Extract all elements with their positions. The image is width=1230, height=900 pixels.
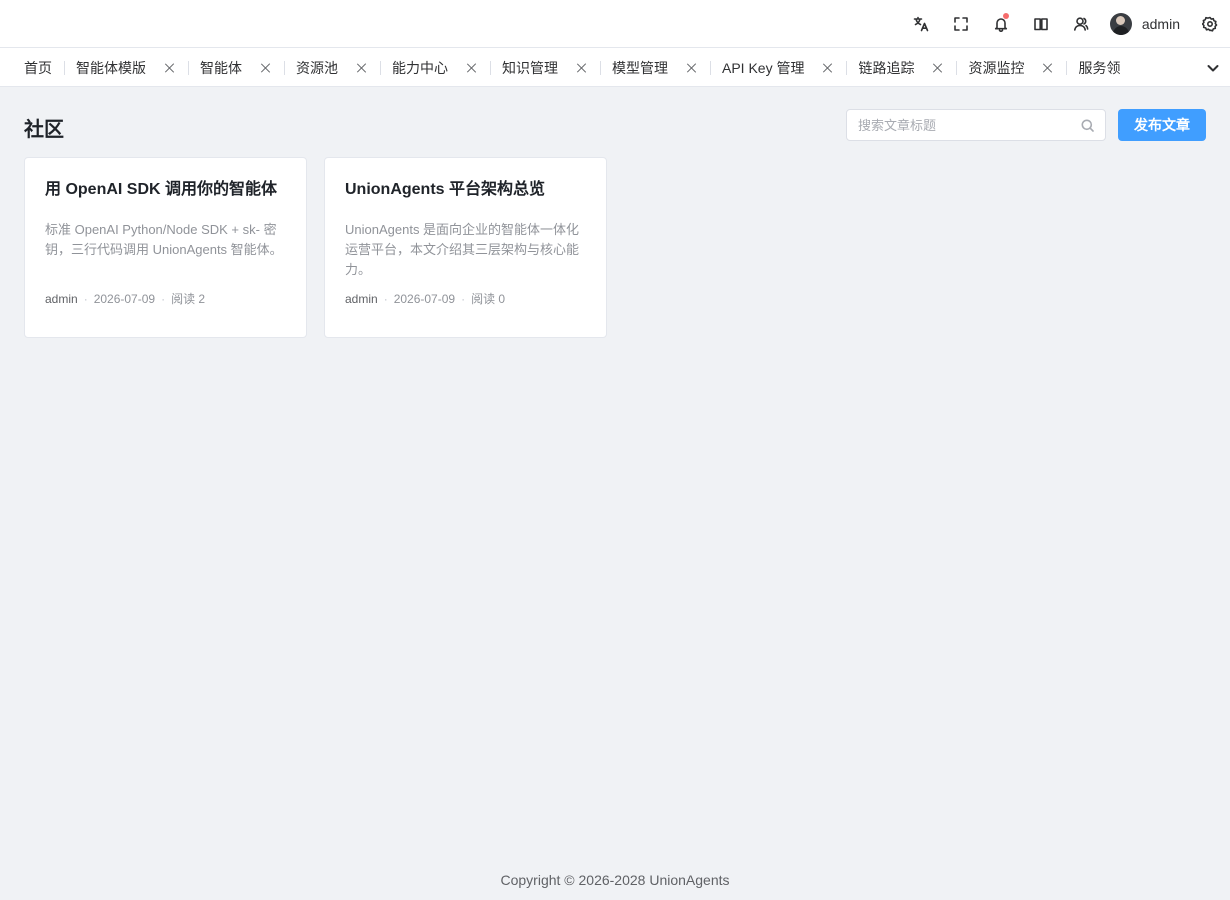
article-date: 2026-07-09 xyxy=(93,291,156,306)
top-header: admin xyxy=(0,0,1230,48)
fullscreen-icon[interactable] xyxy=(941,0,981,48)
close-icon[interactable] xyxy=(576,62,588,74)
book-icon[interactable] xyxy=(1021,0,1061,48)
tab-label: 资源池 xyxy=(296,59,338,76)
tab-label: 能力中心 xyxy=(392,59,448,76)
tab-label: 资源监控 xyxy=(968,59,1025,76)
meta-separator: · xyxy=(83,291,88,306)
tab-label: API Key 管理 xyxy=(722,59,805,76)
chevron-down-icon xyxy=(1207,64,1219,71)
tab-item[interactable]: 模型管理 xyxy=(600,48,710,86)
publish-article-button[interactable]: 发布文章 xyxy=(1118,109,1206,141)
tab-item[interactable]: 知识管理 xyxy=(490,48,600,86)
tab-item[interactable]: 资源监控 xyxy=(956,48,1066,86)
close-icon[interactable] xyxy=(686,62,698,74)
gear-icon[interactable] xyxy=(1190,0,1230,48)
page-title: 社区 xyxy=(24,119,64,141)
meta-separator: · xyxy=(161,291,166,306)
tab-label: 模型管理 xyxy=(612,59,668,76)
tab-item[interactable]: 资源池 xyxy=(284,48,380,86)
article-meta: admin · 2026-07-09 · 阅读 2 xyxy=(45,290,286,307)
article-reads: 阅读 0 xyxy=(471,292,506,306)
close-icon[interactable] xyxy=(822,62,834,74)
avatar xyxy=(1109,13,1132,35)
tab-item[interactable]: 智能体 xyxy=(188,48,284,86)
tab-label: 服务领 xyxy=(1078,59,1121,76)
search-icon[interactable] xyxy=(1081,119,1094,132)
article-title: UnionAgents 平台架构总览 xyxy=(345,181,545,198)
tab-item[interactable]: 服务领 xyxy=(1066,48,1132,86)
footer-copyright: Copyright © 2026-2028 UnionAgents xyxy=(500,872,730,888)
close-icon[interactable] xyxy=(260,62,272,74)
article-card[interactable]: 用 OpenAI SDK 调用你的智能体 标准 OpenAI Python/No… xyxy=(24,157,307,338)
article-summary: 标准 OpenAI Python/Node SDK + sk- 密钥，三行代码调… xyxy=(45,222,283,257)
article-summary: UnionAgents 是面向企业的智能体一体化运营平台，本文介绍其三层架构与核… xyxy=(345,222,580,277)
tabs-list: 首页 智能体模版 智能体 资源池 能力中心 知识管理 模型管理 API Key 管理 链路追踪 资… xyxy=(12,48,1132,86)
article-reads: 阅读 2 xyxy=(171,292,206,306)
tabs-more-dropdown[interactable] xyxy=(1196,48,1230,86)
tab-item[interactable]: 首页 xyxy=(12,48,64,86)
tabs-bar: 首页 智能体模版 智能体 资源池 能力中心 知识管理 模型管理 API Key 管理 链路追踪 资… xyxy=(0,48,1230,87)
close-icon[interactable] xyxy=(164,62,176,74)
tab-label: 知识管理 xyxy=(502,59,558,76)
tab-label: 首页 xyxy=(24,59,52,76)
username: admin xyxy=(1141,16,1180,32)
article-author: admin xyxy=(45,291,78,306)
tab-item[interactable]: 链路追踪 xyxy=(846,48,956,86)
article-author: admin xyxy=(345,291,378,306)
user-menu[interactable]: admin xyxy=(1101,0,1190,48)
close-icon[interactable] xyxy=(1042,62,1054,74)
header-actions: admin xyxy=(901,0,1230,48)
tab-label: 智能体 xyxy=(200,59,242,76)
meta-separator: · xyxy=(383,291,388,306)
article-meta: admin · 2026-07-09 · 阅读 0 xyxy=(345,290,586,307)
article-card[interactable]: UnionAgents 平台架构总览 UnionAgents 是面向企业的智能体… xyxy=(324,157,607,338)
meta-separator: · xyxy=(461,291,466,306)
search-box xyxy=(846,109,1106,141)
article-title: 用 OpenAI SDK 调用你的智能体 xyxy=(45,181,278,198)
tab-label: 链路追踪 xyxy=(858,59,915,76)
close-icon[interactable] xyxy=(932,62,944,74)
close-icon[interactable] xyxy=(466,62,478,74)
tab-item[interactable]: 智能体模版 xyxy=(64,48,188,86)
close-icon[interactable] xyxy=(356,62,368,74)
bell-icon[interactable] xyxy=(981,0,1021,48)
search-input[interactable] xyxy=(847,110,1067,140)
tab-item[interactable]: 能力中心 xyxy=(380,48,490,86)
article-date: 2026-07-09 xyxy=(393,291,456,306)
tab-label: 智能体模版 xyxy=(76,59,146,76)
tab-item[interactable]: API Key 管理 xyxy=(710,48,846,86)
translate-icon[interactable] xyxy=(901,0,941,48)
notification-dot xyxy=(1002,13,1009,19)
user-icon[interactable] xyxy=(1061,0,1101,48)
